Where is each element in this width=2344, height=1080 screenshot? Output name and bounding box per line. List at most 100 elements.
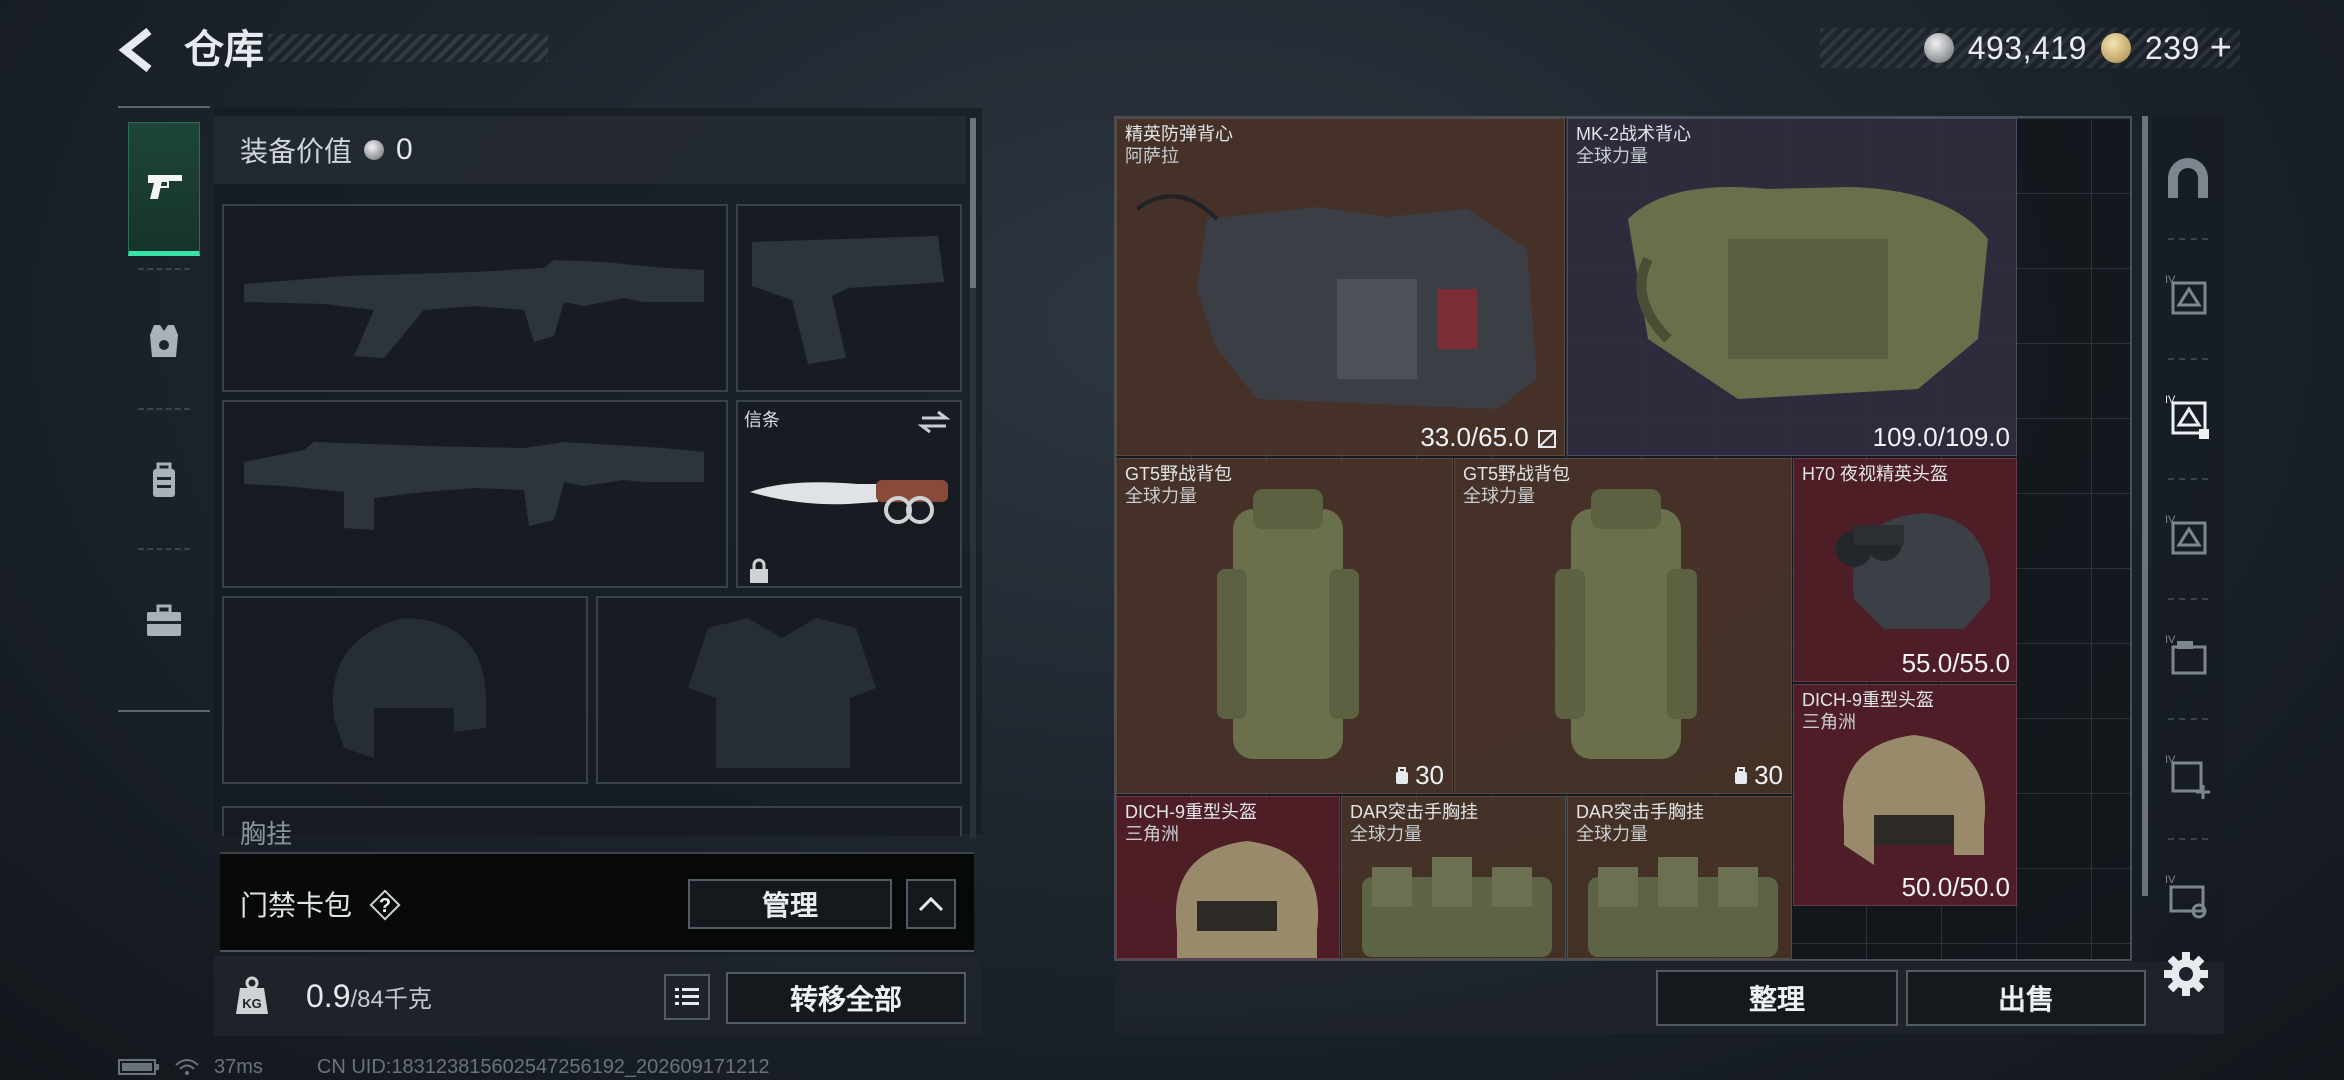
rail-home[interactable] bbox=[2158, 148, 2218, 208]
vest-image bbox=[1137, 194, 1537, 409]
silver-currency-value: 493,419 bbox=[1967, 29, 2087, 66]
capacity: 30 bbox=[1732, 760, 1783, 791]
svg-text:IV: IV bbox=[2165, 274, 2176, 286]
rail-storage-3[interactable]: IV bbox=[2158, 506, 2218, 566]
item-name: H70 夜视精英头盔 bbox=[1802, 464, 1949, 484]
weight-value: 0.9 bbox=[306, 978, 351, 1014]
rail-storage-4[interactable]: IV bbox=[2158, 626, 2218, 686]
melee-slot[interactable]: 信条 bbox=[736, 400, 962, 588]
storage-3-icon: IV bbox=[2165, 514, 2207, 555]
durability: 33.0/65.0 bbox=[1420, 422, 1558, 453]
title-decoration bbox=[268, 34, 548, 62]
status-bar: 37ms CN UID:18312381560254725619​2_20260… bbox=[118, 1054, 770, 1080]
nav-item-armor[interactable] bbox=[128, 274, 200, 408]
svg-text:IV: IV bbox=[2165, 634, 2176, 646]
storage-1-icon: IV bbox=[2165, 274, 2207, 315]
storage-4-icon: IV bbox=[2165, 634, 2207, 675]
help-button[interactable]: ? bbox=[368, 888, 402, 922]
svg-text:IV: IV bbox=[2165, 874, 2176, 886]
manage-button[interactable]: 管理 bbox=[688, 879, 892, 929]
stash-item[interactable]: GT5野战背包 全球力量 30 bbox=[1116, 458, 1453, 794]
list-view-button[interactable] bbox=[664, 974, 710, 1020]
collapse-button[interactable] bbox=[906, 879, 956, 929]
stash-item[interactable]: DICH-9重型头盔 三角洲 50.0/50.0 bbox=[1793, 684, 2017, 906]
capacity: 30 bbox=[1393, 760, 1444, 791]
storage-add-icon: IV bbox=[2165, 754, 2210, 799]
question-icon: ? bbox=[369, 889, 401, 921]
ping-value: 37ms bbox=[214, 1055, 263, 1078]
stash-item[interactable]: MK-2战术背心 全球力量 109.0/109.0 bbox=[1567, 118, 2017, 456]
backpack-image bbox=[1217, 489, 1359, 759]
gear-icon bbox=[2164, 952, 2208, 996]
heavy-helmet-image bbox=[1175, 841, 1319, 958]
nvg-helmet-image bbox=[1836, 513, 1991, 629]
stash-item[interactable]: DAR突击手胸挂 全球力量 bbox=[1341, 796, 1566, 959]
item-source: 阿萨拉 bbox=[1125, 146, 1179, 166]
chest-rig-image bbox=[1588, 857, 1778, 957]
home-icon bbox=[2168, 158, 2208, 198]
rail-storage-settings[interactable]: IV bbox=[2158, 866, 2218, 926]
back-button[interactable] bbox=[112, 22, 162, 78]
pistol-icon bbox=[148, 175, 182, 199]
stash-item[interactable]: 精英防弹背心 阿萨拉 33.0/65.0 bbox=[1116, 118, 1565, 456]
equipment-scroll-thumb[interactable] bbox=[970, 118, 976, 288]
equipment-value: 0 bbox=[396, 133, 413, 166]
storage-settings-icon: IV bbox=[2165, 874, 2207, 919]
item-name: DAR突击手胸挂 bbox=[1350, 802, 1479, 822]
chevron-up-icon bbox=[918, 896, 944, 912]
rail-storage-2[interactable]: IV bbox=[2158, 386, 2218, 446]
back-arrow-icon bbox=[118, 27, 152, 73]
keycard-label: 门禁卡包 bbox=[240, 890, 353, 921]
item-source: 全球力量 bbox=[1125, 486, 1197, 506]
item-name: DAR突击手胸挂 bbox=[1576, 802, 1705, 822]
stash-item[interactable]: H70 夜视精英头盔 55.0/55.0 bbox=[1793, 458, 2017, 682]
helmet-slot[interactable] bbox=[222, 596, 588, 784]
rail-storage-add[interactable]: IV bbox=[2158, 746, 2218, 806]
nav-item-backpack[interactable] bbox=[128, 414, 200, 548]
durability: 50.0/50.0 bbox=[1901, 872, 2010, 902]
knife-icon bbox=[750, 480, 948, 524]
chest-rig-slot[interactable] bbox=[222, 806, 962, 836]
nav-item-weapons[interactable] bbox=[128, 122, 200, 256]
stash-item[interactable]: DAR突击手胸挂 全球力量 bbox=[1567, 796, 1792, 959]
stash-scrollbar[interactable] bbox=[2142, 116, 2148, 896]
rifle-silhouette-icon bbox=[244, 442, 704, 530]
pistol-silhouette-icon bbox=[752, 236, 944, 364]
battery-icon bbox=[118, 1059, 159, 1075]
svg-text:KG: KG bbox=[242, 996, 262, 1011]
weight-readout: 0.9/84千克 bbox=[306, 978, 432, 1015]
no-repair-icon bbox=[1538, 430, 1556, 449]
rail-storage-1[interactable]: IV bbox=[2158, 266, 2218, 326]
settings-button[interactable] bbox=[2162, 950, 2210, 998]
vest-icon bbox=[150, 325, 178, 357]
backpack-image bbox=[1555, 489, 1697, 759]
item-name: DICH-9重型头盔 bbox=[1802, 690, 1935, 710]
secondary-weapon-slot[interactable] bbox=[222, 400, 728, 588]
nav-item-case[interactable] bbox=[128, 554, 200, 688]
gold-coin-icon bbox=[2100, 33, 2131, 63]
stash-item[interactable]: GT5野战背包 全球力量 30 bbox=[1454, 458, 1792, 794]
page-title: 仓库 bbox=[184, 28, 264, 72]
case-icon bbox=[147, 604, 181, 636]
chest-rig-image bbox=[1362, 857, 1552, 957]
armor-slot[interactable] bbox=[596, 596, 962, 784]
swap-icon[interactable] bbox=[918, 410, 950, 434]
durability: 109.0/109.0 bbox=[1872, 422, 2010, 452]
sort-button[interactable]: 整理 bbox=[1656, 970, 1898, 1026]
item-name: 精英防弹背心 bbox=[1125, 124, 1233, 144]
primary-weapon-slot[interactable] bbox=[222, 204, 728, 392]
sell-button[interactable]: 出售 bbox=[1906, 970, 2146, 1026]
silver-coin-icon bbox=[1923, 33, 1954, 63]
armor-silhouette-icon bbox=[688, 618, 876, 768]
transfer-all-button[interactable]: 转移全部 bbox=[726, 972, 966, 1024]
rifle-silhouette-icon bbox=[244, 260, 704, 358]
pistol-slot[interactable] bbox=[736, 204, 962, 392]
left-nav bbox=[118, 106, 210, 712]
helmet-silhouette-icon bbox=[332, 618, 486, 758]
stash-item[interactable]: DICH-9重型头盔 三角洲 bbox=[1116, 796, 1340, 959]
weight-max: /84千克 bbox=[350, 986, 432, 1013]
item-name: DICH-9重型头盔 bbox=[1125, 802, 1258, 822]
equipment-value-bar: 装备价值 0 bbox=[214, 116, 966, 184]
list-icon bbox=[675, 988, 699, 1005]
add-currency-button[interactable]: + bbox=[2210, 27, 2232, 70]
